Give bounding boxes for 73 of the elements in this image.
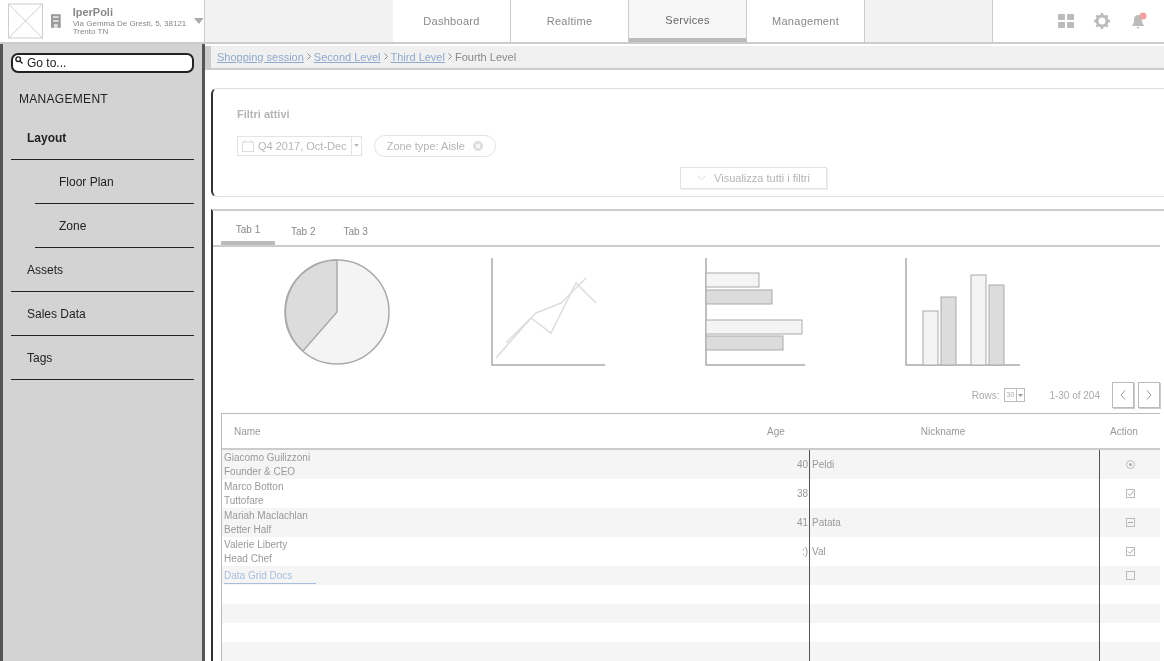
sidebar-item[interactable]: Tags [27,348,53,367]
person-role: Better Half [224,522,273,537]
chart-bar [940,296,957,366]
checkbox[interactable] [1125,547,1135,556]
chart-bar [705,289,773,305]
tab[interactable]: Tab 3 [331,217,380,245]
age-cell-text: :) [801,545,808,559]
person-role: Head Chef [224,551,273,566]
breadcrumb-link[interactable]: Shopping session [217,48,304,66]
chevron-down-icon [697,174,707,181]
rows-label: Rows: [971,388,1000,403]
nav-tab[interactable]: Dashboard [393,0,511,42]
filter-title: Filtri attivi [237,107,290,120]
page-range: 1-30 of 204 [1049,388,1100,403]
nickname-cell-text: Patata [812,516,841,530]
person-role: Tuttofare [224,493,265,508]
date-dropdown[interactable]: Q4 2017, Oct-Dec [237,135,362,156]
nav-tab[interactable]: Management [747,0,865,42]
person-name: Giacomo Guilizzoni [224,450,312,465]
person-role: Founder & CEO [224,464,297,479]
section-heading: MANAGEMENT [19,91,109,108]
chevron-right-icon [447,53,452,61]
breadcrumb-link[interactable]: Third Level [390,48,445,66]
chart-bar [922,310,939,366]
breadcrumb-current: Fourth Level [454,49,517,65]
store-name: IperPoli [72,6,114,18]
notification-bell-icon[interactable] [1130,12,1148,30]
column-header: Action [1109,424,1139,439]
checkbox[interactable] [1125,571,1135,580]
column-header: Age [766,424,786,439]
age-cell-text: 38 [796,487,808,501]
chevron-left-icon [1120,390,1126,400]
image-placeholder-icon [8,3,43,39]
next-page-button[interactable] [1138,382,1160,408]
person-name: Marco Botton [224,479,285,494]
store-city: Trento TN [72,27,110,36]
chart-bar [705,272,760,288]
close-icon[interactable] [472,140,483,151]
settings-icon[interactable] [1094,13,1110,29]
nickname-cell-text: Val [812,545,826,559]
calendar-icon [242,139,254,152]
chevron-right-icon [383,53,388,61]
column-header: Nickname [919,424,967,439]
show-all-filters-button[interactable]: Visualizza tutti i filtri [680,166,827,189]
person-name: Mariah Maclachlan [224,508,309,523]
checkbox[interactable] [1125,489,1135,498]
nav-tab[interactable]: Services [629,0,747,42]
search-field[interactable]: Go to... [11,53,194,73]
person-name: Valerie Liberty [224,537,289,552]
chevron-right-icon [306,53,311,61]
breadcrumb-link[interactable]: Second Level [313,48,381,66]
age-cell-text: 40 [796,458,808,472]
collapse-icon[interactable] [1125,518,1135,527]
nav-tab[interactable]: Realtime [511,0,629,42]
caret-down-icon [1018,393,1024,397]
sidebar-subitem[interactable]: Zone [59,216,87,235]
search-icon [15,56,23,64]
sidebar-subitem[interactable]: Floor Plan [59,172,114,191]
grid-icon[interactable] [1058,14,1074,28]
age-cell-text: 41 [796,516,808,530]
sidebar-item[interactable]: Assets [27,260,63,279]
sidebar-item[interactable]: Sales Data [27,304,86,323]
previous-page-button[interactable] [1112,382,1134,408]
building-icon [50,14,61,28]
tab[interactable]: Tab 2 [279,217,328,245]
column-header: Name [233,424,262,439]
dropdown-caret-icon[interactable] [194,18,204,24]
sidebar-item[interactable]: Layout [27,128,67,147]
store-address: Via Gemma De Gresti, 5, 38121 [72,19,187,28]
chevron-right-icon [1146,390,1152,400]
nickname-cell-text: Peldi [812,458,835,472]
caret-down-icon [353,144,359,148]
tab[interactable]: Tab 1 [221,217,275,245]
